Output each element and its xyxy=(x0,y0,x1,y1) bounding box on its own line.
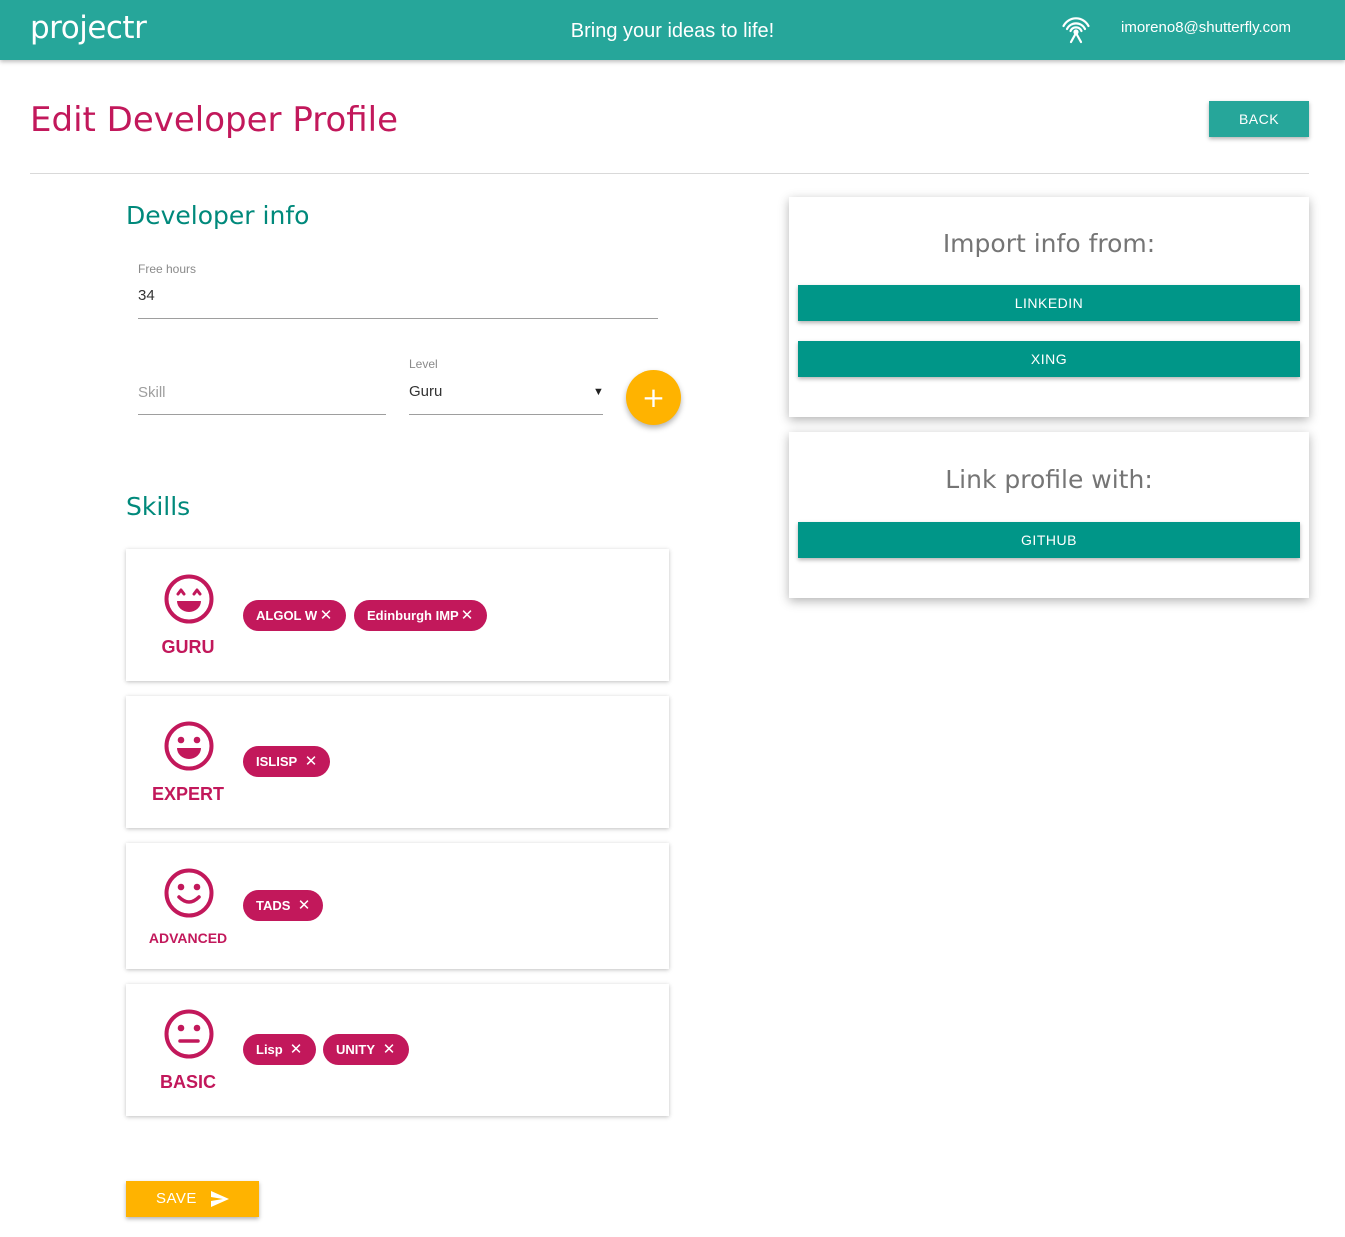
close-icon[interactable]: ✕ xyxy=(301,746,321,777)
free-hours-input[interactable]: 34 xyxy=(138,287,155,304)
save-button[interactable]: SAVE xyxy=(126,1181,259,1217)
dropdown-arrow-icon[interactable]: ▼ xyxy=(593,386,604,398)
skill-group-guru: GURU ALGOL W ✕ Edinburgh IMP ✕ xyxy=(126,549,669,681)
chip-label: TADS xyxy=(256,898,291,913)
close-icon[interactable]: ✕ xyxy=(316,600,336,631)
neutral-face-icon xyxy=(164,1009,214,1059)
chip-label: ISLISP xyxy=(256,754,298,769)
free-hours-underline xyxy=(138,318,658,319)
import-panel: Import info from: LINKEDIN XING xyxy=(789,197,1309,417)
close-icon[interactable]: ✕ xyxy=(286,1034,306,1065)
smiling-face-icon xyxy=(164,721,214,771)
level-selected-value[interactable]: Guru xyxy=(409,383,442,400)
skill-group-advanced: ADVANCED TADS ✕ xyxy=(126,843,669,969)
chip-label: ALGOL W xyxy=(256,608,318,623)
skill-underline xyxy=(138,414,386,415)
skill-level-label: ADVANCED xyxy=(148,930,228,946)
link-panel: Link profile with: GITHUB xyxy=(789,432,1309,598)
link-panel-title: Link profile with: xyxy=(945,465,1153,494)
free-hours-label: Free hours xyxy=(138,262,197,276)
chip-label: Lisp xyxy=(256,1042,283,1057)
broadcast-icon[interactable] xyxy=(1060,12,1092,44)
skill-chip: Edinburgh IMP ✕ xyxy=(354,600,487,631)
grinning-face-icon xyxy=(164,574,214,624)
skill-level-label: GURU xyxy=(161,637,215,657)
save-label: SAVE xyxy=(156,1190,197,1207)
skill-chip: ALGOL W ✕ xyxy=(243,600,346,631)
plus-icon: + xyxy=(641,381,666,414)
level-label: Level xyxy=(409,357,438,371)
chip-label: Edinburgh IMP xyxy=(367,608,459,623)
import-panel-title: Import info from: xyxy=(942,229,1156,258)
level-underline xyxy=(409,414,603,415)
skill-level-label: EXPERT xyxy=(151,784,225,804)
skill-chip: UNITY ✕ xyxy=(323,1034,409,1065)
user-email[interactable]: imoreno8@shutterfly.com xyxy=(1121,19,1291,36)
linkedin-button[interactable]: LINKEDIN xyxy=(798,285,1300,321)
skill-chip: TADS ✕ xyxy=(243,890,323,921)
close-icon[interactable]: ✕ xyxy=(457,600,477,631)
chip-label: UNITY xyxy=(336,1042,375,1057)
skill-chip: ISLISP ✕ xyxy=(243,746,330,777)
github-button[interactable]: GITHUB xyxy=(798,522,1300,558)
skill-group-basic: BASIC Lisp ✕ UNITY ✕ xyxy=(126,984,669,1116)
skills-title: Skills xyxy=(126,492,191,521)
slight-smile-face-icon xyxy=(164,868,214,918)
close-icon[interactable]: ✕ xyxy=(294,890,314,921)
xing-button[interactable]: XING xyxy=(798,341,1300,377)
send-icon xyxy=(211,1191,229,1207)
close-icon[interactable]: ✕ xyxy=(379,1034,399,1065)
top-app-bar: projectr Bring your ideas to life! imore… xyxy=(0,0,1345,60)
page-title: Edit Developer Profile xyxy=(30,100,399,140)
skill-level-label: BASIC xyxy=(159,1072,216,1092)
divider xyxy=(30,173,1309,174)
skill-input[interactable]: Skill xyxy=(138,384,166,401)
skill-group-expert: EXPERT ISLISP ✕ xyxy=(126,696,669,828)
developer-info-title: Developer info xyxy=(126,201,310,230)
add-skill-button[interactable]: + xyxy=(626,370,681,425)
skill-chip: Lisp ✕ xyxy=(243,1034,316,1065)
back-button[interactable]: BACK xyxy=(1209,101,1309,137)
